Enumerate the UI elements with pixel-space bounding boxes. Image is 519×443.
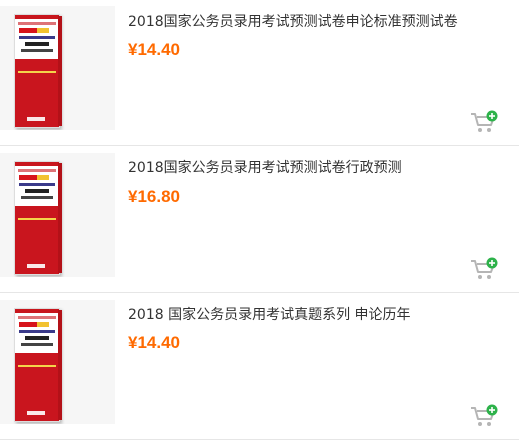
book-cover-image	[14, 161, 60, 275]
product-item[interactable]: 2018国家公务员录用考试预测试卷行政预测 ¥16.80	[0, 147, 519, 293]
book-spine	[58, 310, 62, 420]
item-divider	[0, 145, 519, 146]
book-spine	[58, 16, 62, 126]
product-title[interactable]: 2018 国家公务员录用考试真题系列 申论历年	[128, 306, 411, 324]
item-divider	[0, 292, 519, 293]
product-price: ¥16.80	[128, 187, 180, 206]
add-to-cart-icon[interactable]	[470, 110, 498, 134]
book-spine	[58, 163, 62, 273]
product-item[interactable]: 2018 国家公务员录用考试真题系列 申论历年 ¥14.40	[0, 294, 519, 440]
product-price: ¥14.40	[128, 40, 180, 59]
product-thumbnail[interactable]	[0, 300, 115, 424]
product-item[interactable]: 2018国家公务员录用考试预测试卷申论标准预测试卷 ¥14.40	[0, 0, 519, 146]
product-thumbnail[interactable]	[0, 6, 115, 130]
product-title[interactable]: 2018国家公务员录用考试预测试卷申论标准预测试卷	[128, 13, 458, 31]
add-to-cart-icon[interactable]	[470, 404, 498, 428]
product-title[interactable]: 2018国家公务员录用考试预测试卷行政预测	[128, 159, 402, 177]
book-cover-image	[14, 14, 60, 128]
item-divider	[0, 439, 519, 440]
product-list: 2018国家公务员录用考试预测试卷申论标准预测试卷 ¥14.40 2018国家公…	[0, 0, 519, 443]
product-thumbnail[interactable]	[0, 153, 115, 277]
product-price: ¥14.40	[128, 333, 180, 352]
add-to-cart-icon[interactable]	[470, 257, 498, 281]
book-cover-image	[14, 308, 60, 422]
